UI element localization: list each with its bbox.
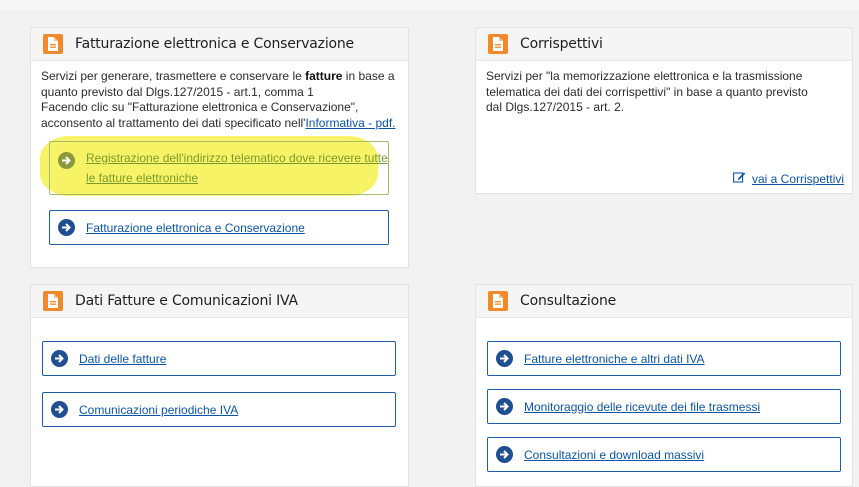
document-icon	[488, 34, 508, 54]
monitoraggio-ricevute-button[interactable]: Monitoraggio delle ricevute dei file tra…	[487, 389, 841, 424]
informativa-pdf-link[interactable]: Informativa - pdf.	[305, 116, 395, 130]
arrow-right-circle-icon	[58, 152, 75, 169]
button-label: Fatture elettroniche e altri dati IVA	[524, 351, 705, 366]
arrow-right-circle-icon	[51, 401, 68, 418]
arrow-right-circle-icon	[496, 446, 513, 463]
button-label: Comunicazioni periodiche IVA	[79, 402, 239, 417]
panel-header: Fatturazione elettronica e Conservazione	[31, 28, 408, 61]
edit-icon	[733, 171, 746, 186]
panel-title: Corrispettivi	[520, 36, 603, 52]
dati-delle-fatture-button[interactable]: Dati delle fatture	[42, 341, 396, 376]
panel-corrispettivi: Corrispettivi Servizi per "la memorizzaz…	[475, 27, 853, 194]
consultazioni-download-button[interactable]: Consultazioni e download massivi	[487, 437, 841, 472]
arrow-right-circle-icon	[496, 350, 513, 367]
button-label: Fatturazione elettronica e Conservazione	[86, 220, 305, 235]
panel-title: Fatturazione elettronica e Conservazione	[75, 36, 354, 52]
panel-header: Dati Fatture e Comunicazioni IVA	[31, 285, 408, 318]
top-bar	[0, 0, 859, 10]
comunicazioni-periodiche-iva-button[interactable]: Comunicazioni periodiche IVA	[42, 392, 396, 427]
panel-description: Servizi per "la memorizzazione elettroni…	[486, 69, 808, 114]
panel-title: Consultazione	[520, 293, 617, 309]
document-icon	[43, 291, 63, 311]
link-label: vai a Corrispettivi	[752, 171, 845, 186]
button-label: Consultazioni e download massivi	[524, 447, 705, 462]
registrazione-indirizzo-button[interactable]: Registrazione dell'indirizzo telematico …	[49, 141, 389, 195]
panel-dati-fatture: Dati Fatture e Comunicazioni IVA	[30, 284, 409, 487]
fatturazione-conservazione-button[interactable]: Fatturazione elettronica e Conservazione	[49, 210, 389, 245]
vai-a-corrispettivi-link[interactable]: vai a Corrispettivi	[733, 171, 844, 186]
panel-title: Dati Fatture e Comunicazioni IVA	[75, 293, 298, 309]
panel-header: Corrispettivi	[476, 28, 852, 61]
arrow-right-circle-icon	[58, 219, 75, 236]
arrow-right-circle-icon	[51, 350, 68, 367]
document-icon	[488, 291, 508, 311]
document-icon	[43, 34, 63, 54]
button-label: Registrazione dell'indirizzo telematico …	[86, 151, 388, 185]
button-label: Monitoraggio delle ricevute dei file tra…	[524, 399, 761, 414]
button-label: Dati delle fatture	[79, 351, 167, 366]
arrow-right-circle-icon	[496, 398, 513, 415]
fatture-elettroniche-button[interactable]: Fatture elettroniche e altri dati IVA	[487, 341, 841, 376]
panel-description: Servizi per generare, trasmettere e cons…	[41, 69, 396, 130]
panel-header: Consultazione	[476, 285, 852, 318]
